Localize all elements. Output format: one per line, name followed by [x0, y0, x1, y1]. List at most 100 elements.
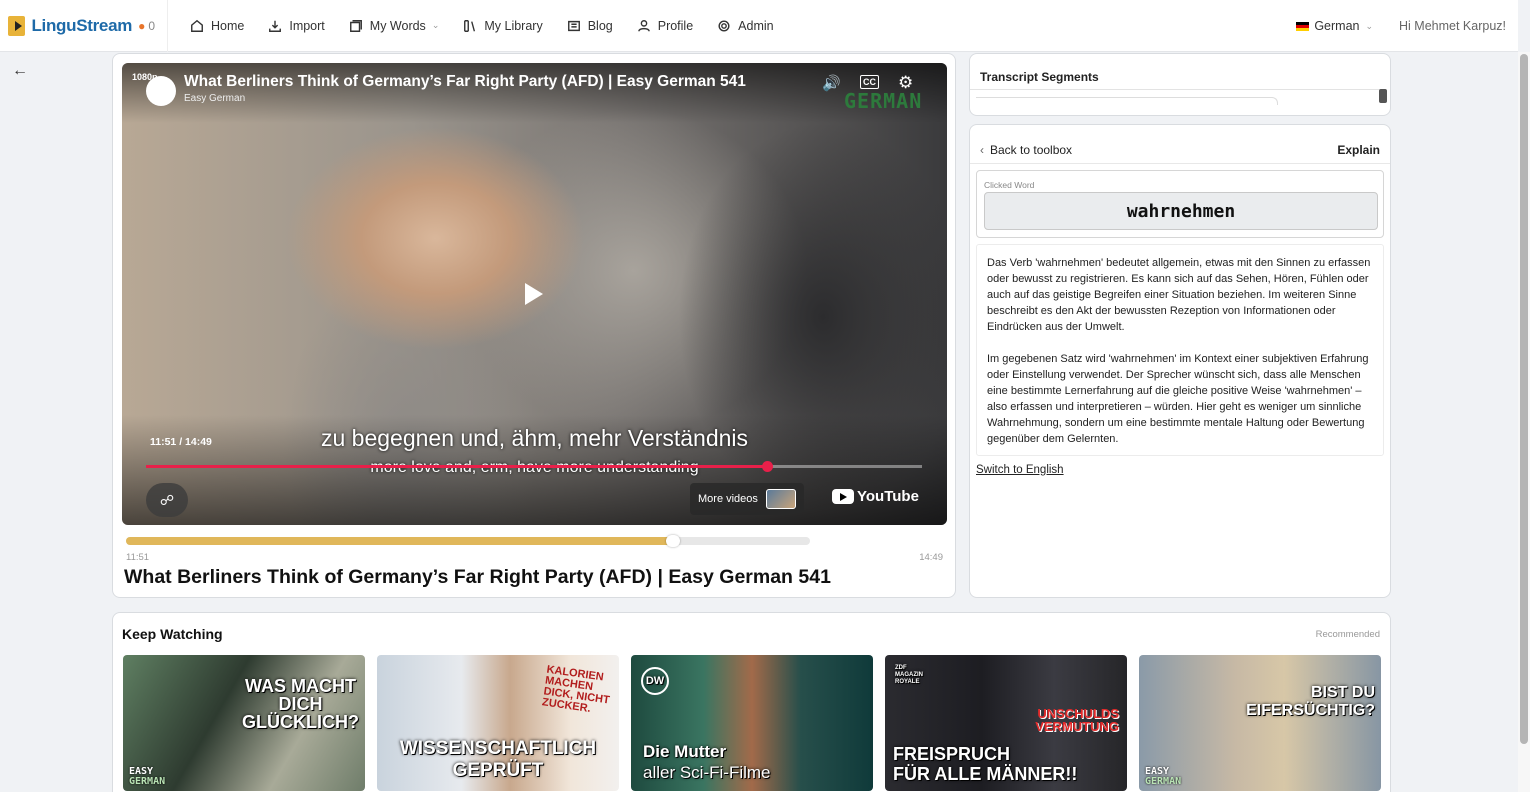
home-icon	[191, 19, 203, 32]
easy-german-logo: EASY GERMAN	[1145, 766, 1182, 787]
clicked-word: wahrnehmen	[984, 192, 1378, 230]
more-videos-button[interactable]: More videos	[690, 483, 804, 515]
player-seek-bar[interactable]	[146, 461, 922, 472]
video-progress-knob[interactable]	[666, 535, 681, 547]
explain-panel: ‹ Back to toolbox Explain Clicked Word wa…	[969, 124, 1391, 598]
brand-name: LinguStream	[31, 15, 133, 35]
switch-to-english-link[interactable]: Switch to English	[976, 464, 1064, 476]
player-top-overlay	[122, 63, 947, 123]
duration: 14:49	[919, 552, 943, 563]
more-videos-thumbnail	[765, 489, 796, 509]
nav-my-words[interactable]: My Words ⌄	[349, 18, 440, 33]
nav-profile-label: Profile	[657, 18, 694, 33]
language-selector[interactable]: German ⌄	[1296, 19, 1373, 33]
link-icon[interactable]: ☍	[146, 483, 188, 517]
language-label: German	[1314, 19, 1360, 33]
player-channel-name[interactable]: Easy German	[184, 93, 245, 104]
chevron-down-icon: ⌄	[1365, 20, 1374, 31]
library-icon	[464, 19, 476, 32]
nav-admin-label: Admin	[738, 18, 774, 33]
keep-watching-panel: Keep Watching Recommended WAS MACHT DICH…	[112, 612, 1391, 792]
video-thumbnail[interactable]: WAS MACHT DICH GLÜCKLICH? EASY GERMAN	[123, 655, 365, 791]
video-thumbnail[interactable]: BIST DU EIFERSÜCHTIG? EASY GERMAN	[1139, 655, 1381, 791]
nav-blog-label: Blog	[587, 18, 613, 33]
video-progress-bar[interactable]	[126, 535, 810, 547]
nav-home[interactable]: Home	[190, 19, 244, 33]
youtube-logo[interactable]: YouTube	[832, 488, 919, 505]
captions-button[interactable]: CC	[860, 75, 879, 89]
keep-watching-title: Keep Watching	[122, 626, 223, 642]
nav-profile[interactable]: Profile	[637, 19, 693, 33]
thumbnail-text: GLÜCKLICH?	[242, 712, 359, 732]
player-seek-fill	[146, 465, 767, 468]
transcript-divider	[970, 89, 1382, 90]
import-icon	[269, 20, 282, 32]
nav-import-label: Import	[289, 18, 325, 33]
chevron-left-icon: ‹	[980, 143, 984, 157]
easy-german-logo: EASY GERMAN	[129, 766, 166, 787]
subtitle-english: more love and, erm, have more understand…	[122, 459, 947, 477]
transcript-title: Transcript Segments	[980, 70, 1099, 84]
volume-icon[interactable]: 🔊	[822, 74, 841, 92]
youtube-label: YouTube	[857, 488, 919, 505]
top-navbar: LinguStream ● 0 Home Import My Words ⌄ M…	[0, 0, 1518, 52]
dw-logo: DW	[641, 667, 669, 695]
page-scrollbar-thumb[interactable]	[1520, 54, 1528, 744]
player-video-title[interactable]: What Berliners Think of Germany’s Far Ri…	[184, 73, 746, 91]
thumbnail-text: DICH	[278, 694, 323, 714]
nav-import[interactable]: Import	[268, 18, 325, 33]
thumbnail-text: FREISPRUCH	[893, 744, 1011, 764]
clicked-word-box: Clicked Word wahrnehmen	[976, 170, 1384, 238]
youtube-play-icon	[832, 489, 854, 504]
subtitle-german[interactable]: zu begegnen und, ähm, mehr Verständnis	[122, 425, 947, 452]
back-to-toolbox-button[interactable]: ‹ Back to toolbox	[980, 143, 1072, 157]
nav-my-library[interactable]: My Library	[463, 19, 543, 33]
video-progress-fill	[126, 537, 674, 545]
video-title: What Berliners Think of Germany’s Far Ri…	[124, 566, 831, 588]
back-arrow-icon[interactable]: ←	[12, 62, 28, 80]
user-greeting[interactable]: Hi Mehmet Karpuz!	[1399, 19, 1506, 33]
words-icon	[349, 19, 362, 32]
transcript-scrollbar-thumb[interactable]	[1379, 89, 1387, 103]
chevron-down-icon: ⌄	[431, 20, 440, 30]
player-seek-knob[interactable]	[761, 461, 773, 472]
thumbnail-text: FÜR ALLE MÄNNER!!	[893, 764, 1078, 784]
nav-my-words-label: My Words	[369, 18, 426, 33]
thumbnail-text: GEPRÜFT	[452, 760, 544, 781]
thumbnail-text: EIFERSÜCHTIG?	[1246, 702, 1375, 719]
current-time: 11:51	[126, 552, 150, 563]
explain-mode-label: Explain	[1337, 143, 1380, 157]
gear-icon[interactable]: ⚙	[898, 73, 913, 93]
clicked-word-label: Clicked Word	[984, 180, 1035, 190]
explanation-paragraph: Im gegebenen Satz wird 'wahrnehmen' im K…	[987, 353, 1369, 445]
thumbnail-text: BIST DU	[1311, 684, 1375, 701]
german-flag-icon	[1296, 21, 1310, 31]
thumbnail-text: aller Sci-Fi-Filme	[643, 763, 771, 782]
transcript-panel: Transcript Segments	[969, 53, 1391, 116]
explanation-text: Das Verb 'wahrnehmen' bedeutet allgemein…	[976, 244, 1384, 456]
brand-logo-icon	[8, 15, 26, 36]
profile-icon	[637, 19, 650, 32]
brand[interactable]: LinguStream ● 0	[0, 0, 168, 52]
nav-admin[interactable]: Admin	[717, 18, 774, 33]
zdf-magazin-logo: ZDF MAGAZIN ROYALE	[895, 665, 923, 685]
nav-home-label: Home	[211, 18, 245, 33]
play-icon[interactable]	[516, 275, 550, 311]
explanation-paragraph: Das Verb 'wahrnehmen' bedeutet allgemein…	[987, 257, 1371, 333]
video-thumbnail[interactable]: KALORIEN MACHEN DICK, NICHT ZUCKER. WISS…	[377, 655, 619, 791]
channel-avatar[interactable]	[146, 76, 176, 106]
more-videos-label: More videos	[698, 493, 758, 505]
transcript-segment[interactable]	[976, 97, 1278, 105]
flame-icon: ●	[138, 18, 146, 33]
thumbnail-tag-text: VERMUTUNG	[1035, 719, 1119, 734]
nav-blog[interactable]: Blog	[567, 19, 613, 33]
video-panel: 1080p What Berliners Think of Germany’s …	[112, 53, 956, 598]
thumbnail-text: Die Mutter	[643, 742, 727, 761]
streak-count: 0	[148, 18, 155, 33]
explain-divider	[970, 163, 1390, 164]
video-thumbnail[interactable]: DW Die Mutter aller Sci-Fi-Filme	[631, 655, 873, 791]
back-to-toolbox-label: Back to toolbox	[990, 143, 1073, 157]
video-thumbnail[interactable]: ZDF MAGAZIN ROYALE UNSCHULDS VERMUTUNG F…	[885, 655, 1127, 791]
video-player[interactable]: 1080p What Berliners Think of Germany’s …	[122, 63, 947, 525]
blog-icon	[567, 20, 580, 31]
